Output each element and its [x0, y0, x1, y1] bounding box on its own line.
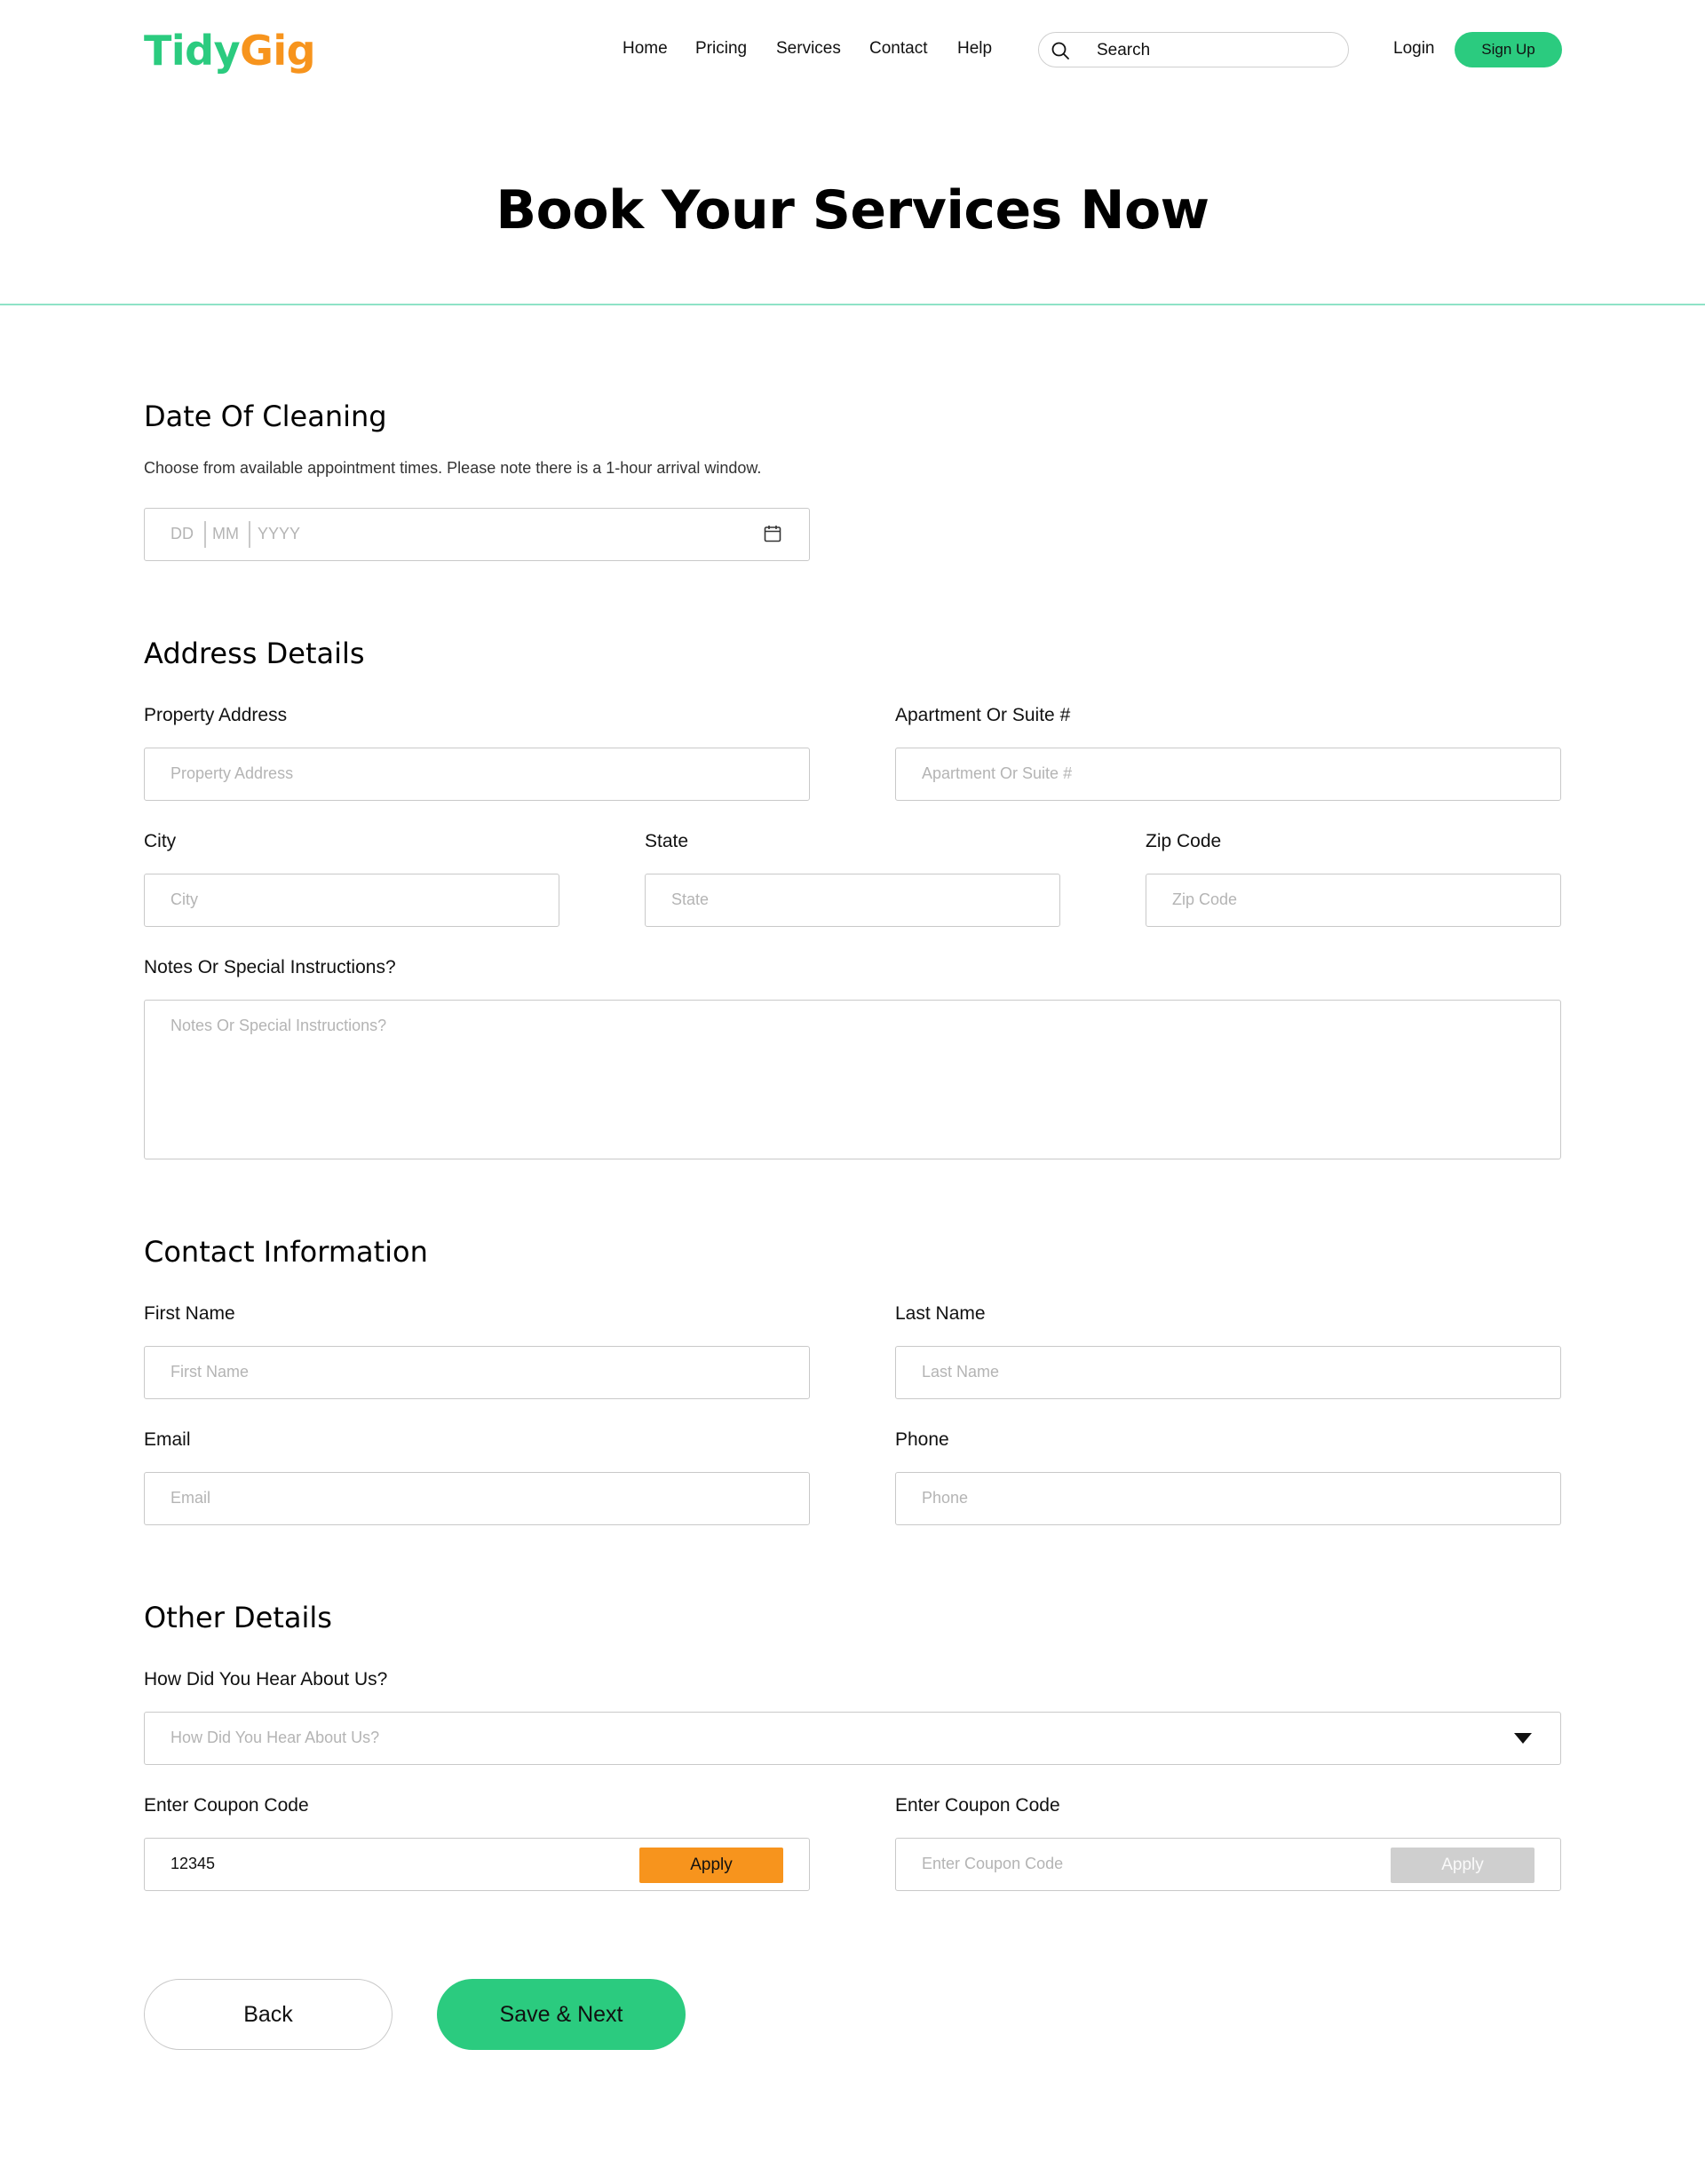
logo-part-2: Gig: [240, 27, 316, 75]
nav-pricing[interactable]: Pricing: [695, 39, 747, 59]
address-section-title: Address Details: [144, 637, 365, 670]
nav-contact[interactable]: Contact: [869, 39, 927, 59]
notes-placeholder: Notes Or Special Instructions?: [170, 1017, 387, 1034]
search-icon: [1051, 42, 1069, 59]
date-input[interactable]: DD MM YYYY: [144, 508, 810, 561]
city-label: City: [144, 831, 177, 851]
notes-label: Notes Or Special Instructions?: [144, 957, 396, 977]
logo[interactable]: TidyGig: [144, 27, 316, 75]
coupon-code-label-2: Enter Coupon Code: [895, 1795, 1060, 1816]
first-name-field[interactable]: First Name: [144, 1346, 810, 1399]
back-button[interactable]: Back: [144, 1979, 393, 2050]
coupon-code-placeholder: Enter Coupon Code: [922, 1855, 1064, 1872]
date-section-title: Date Of Cleaning: [144, 400, 387, 433]
date-day[interactable]: DD: [170, 525, 194, 543]
email-label: Email: [144, 1429, 191, 1450]
date-divider: [204, 521, 206, 548]
coupon-code-label: Enter Coupon Code: [144, 1795, 309, 1816]
save-next-button[interactable]: Save & Next: [437, 1979, 686, 2050]
hear-about-us-label: How Did You Hear About Us?: [144, 1669, 388, 1689]
calendar-icon[interactable]: [763, 524, 782, 543]
search-input[interactable]: Search: [1038, 32, 1349, 67]
state-label: State: [645, 831, 689, 851]
notes-textarea[interactable]: Notes Or Special Instructions?: [144, 1000, 1561, 1159]
property-address-placeholder: Property Address: [170, 764, 294, 782]
login-link[interactable]: Login: [1393, 39, 1435, 59]
last-name-label: Last Name: [895, 1303, 986, 1324]
first-name-label: First Name: [144, 1303, 235, 1324]
signup-button[interactable]: Sign Up: [1455, 32, 1562, 67]
coupon-code-field-2[interactable]: Enter Coupon Code Apply: [895, 1838, 1561, 1891]
date-divider: [249, 521, 250, 548]
date-helper-text: Choose from available appointment times.…: [144, 459, 762, 477]
nav-services[interactable]: Services: [776, 39, 841, 59]
zip-code-placeholder: Zip Code: [1172, 890, 1238, 908]
property-address-field[interactable]: Property Address: [144, 748, 810, 801]
state-field[interactable]: State: [645, 874, 1060, 927]
apartment-placeholder: Apartment Or Suite #: [922, 764, 1073, 782]
hear-about-us-select[interactable]: How Did You Hear About Us?: [144, 1712, 1561, 1765]
nav-help[interactable]: Help: [957, 39, 992, 59]
page-title: Book Your Services Now: [496, 179, 1209, 241]
city-placeholder: City: [170, 890, 198, 908]
coupon-code-value: 12345: [170, 1855, 216, 1872]
search-placeholder: Search: [1097, 41, 1151, 59]
section-divider: [0, 304, 1705, 305]
contact-section-title: Contact Information: [144, 1235, 428, 1269]
date-year[interactable]: YYYY: [258, 525, 300, 543]
email-field[interactable]: Email: [144, 1472, 810, 1525]
site-header: TidyGig Home Pricing Services Contact He…: [0, 0, 1705, 99]
zip-code-label: Zip Code: [1146, 831, 1222, 851]
nav-home[interactable]: Home: [623, 39, 668, 59]
coupon-code-field[interactable]: 12345 Apply: [144, 1838, 810, 1891]
state-placeholder: State: [671, 890, 710, 908]
apartment-field[interactable]: Apartment Or Suite #: [895, 748, 1561, 801]
hear-about-us-placeholder: How Did You Hear About Us?: [170, 1729, 380, 1746]
other-details-section-title: Other Details: [144, 1601, 332, 1634]
logo-part-1: Tidy: [144, 27, 241, 75]
apply-coupon-button-disabled[interactable]: Apply: [1391, 1848, 1534, 1883]
email-placeholder: Email: [170, 1489, 211, 1507]
date-month[interactable]: MM: [212, 525, 239, 543]
phone-placeholder: Phone: [922, 1489, 969, 1507]
phone-field[interactable]: Phone: [895, 1472, 1561, 1525]
apply-coupon-button[interactable]: Apply: [639, 1848, 783, 1883]
first-name-placeholder: First Name: [170, 1363, 250, 1381]
last-name-field[interactable]: Last Name: [895, 1346, 1561, 1399]
last-name-placeholder: Last Name: [922, 1363, 1000, 1381]
zip-code-field[interactable]: Zip Code: [1146, 874, 1561, 927]
phone-label: Phone: [895, 1429, 949, 1450]
apartment-label: Apartment Or Suite #: [895, 705, 1071, 725]
chevron-down-icon[interactable]: [1514, 1733, 1532, 1744]
city-field[interactable]: City: [144, 874, 559, 927]
property-address-label: Property Address: [144, 705, 288, 725]
